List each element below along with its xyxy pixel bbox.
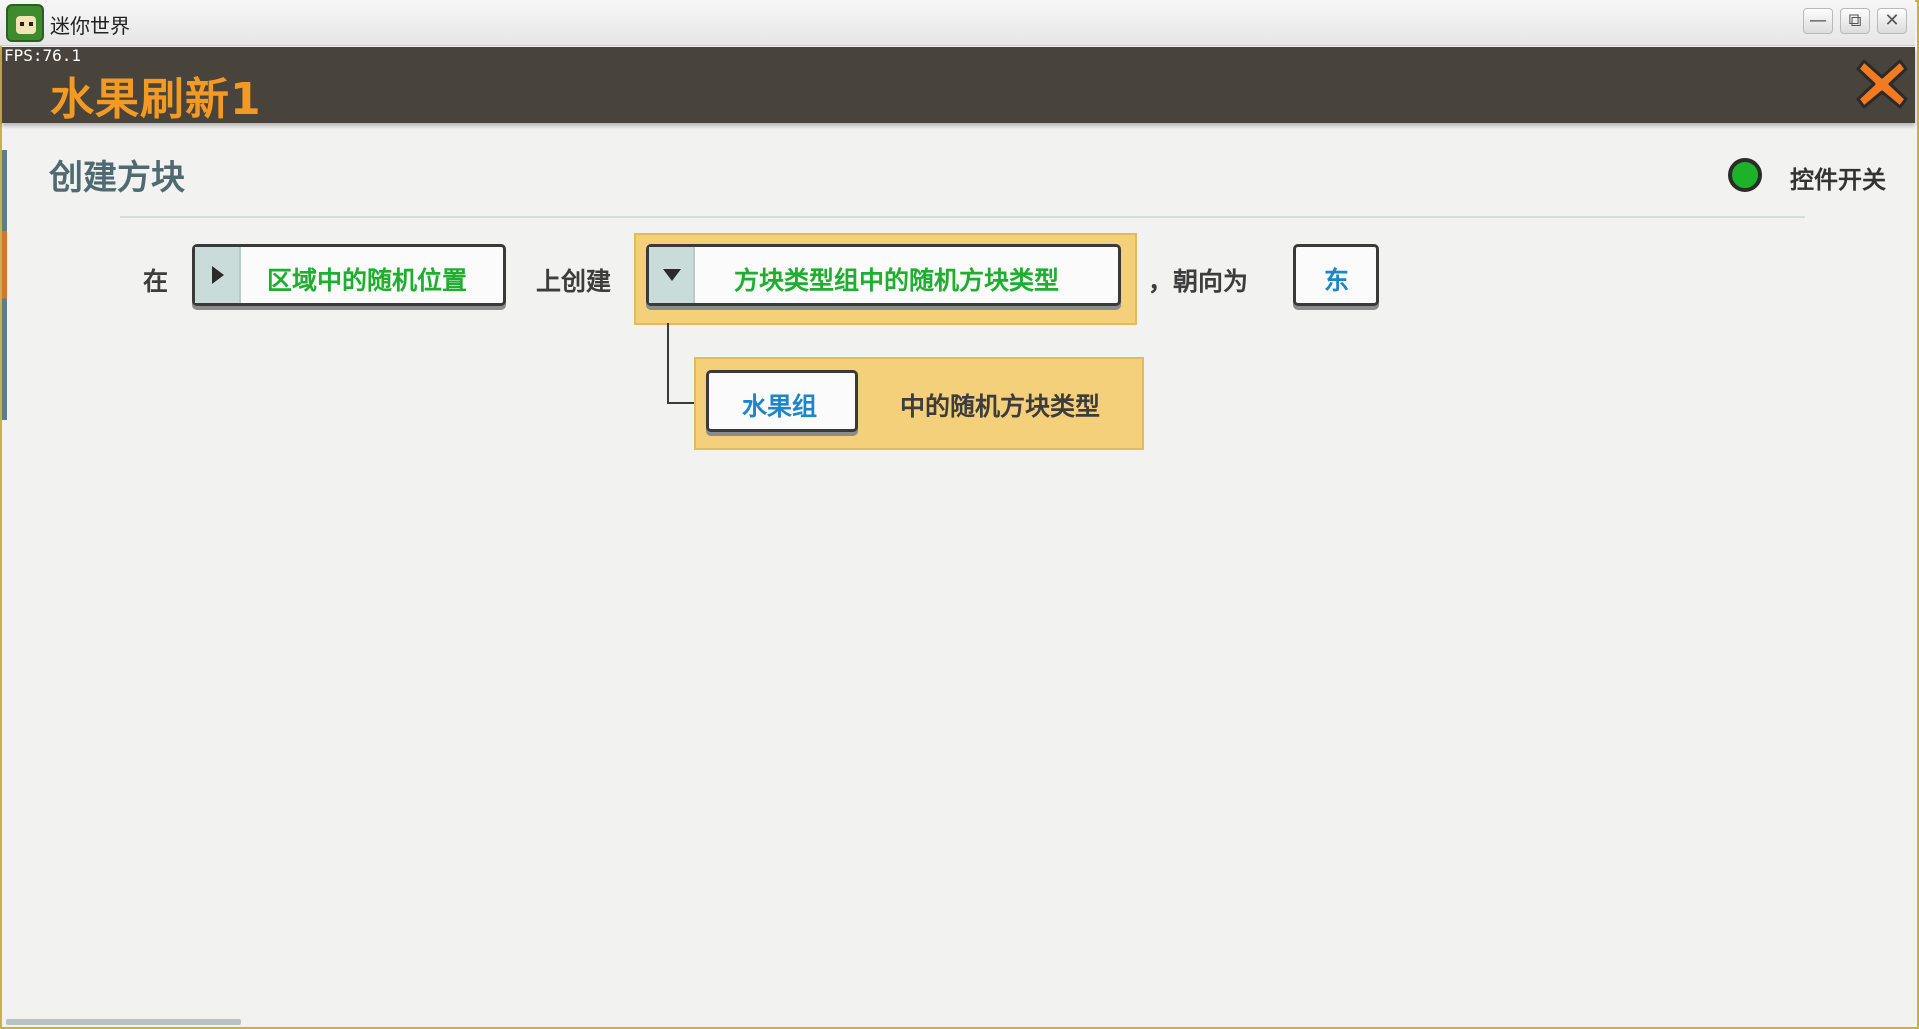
app-logo-icon <box>6 4 44 42</box>
window-close-button[interactable]: ✕ <box>1877 8 1907 34</box>
word-at: 在 <box>143 267 169 296</box>
direction-slot-label: 东 <box>1324 266 1350 295</box>
trigger-title: 水果刷新1 <box>50 74 262 125</box>
left-side-strip <box>2 150 7 420</box>
tree-connector <box>667 323 669 404</box>
section-divider <box>120 216 1805 218</box>
fruit-group-slot-label: 水果组 <box>742 392 818 421</box>
tree-connector-branch <box>667 402 694 404</box>
fruit-group-slot[interactable]: 水果组 <box>706 370 858 432</box>
section-title: 创建方块 <box>49 158 185 198</box>
toggle-switch-icon[interactable] <box>1728 158 1762 192</box>
expand-toggle[interactable] <box>195 247 241 303</box>
editor-header: 水果刷新1 <box>2 47 1915 125</box>
close-x-icon[interactable] <box>1854 55 1910 113</box>
window-titlebar: 迷你世界 — ⧉ ✕ <box>0 0 1915 46</box>
position-slot-label: 区域中的随机位置 <box>267 266 468 295</box>
sub-suffix-text: 中的随机方块类型 <box>900 392 1101 421</box>
position-slot[interactable]: 区域中的随机位置 <box>192 244 506 306</box>
block-type-slot-label: 方块类型组中的随机方块类型 <box>734 266 1060 295</box>
window-title: 迷你世界 <box>50 14 130 38</box>
maximize-button[interactable]: ⧉ <box>1840 8 1870 34</box>
word-facing: ，朝向为 <box>1148 267 1249 296</box>
word-create: 上创建 <box>536 267 612 296</box>
collapse-toggle[interactable] <box>649 247 695 303</box>
direction-slot[interactable]: 东 <box>1293 244 1379 306</box>
caret-right-icon <box>212 266 224 284</box>
game-window <box>0 0 1919 1029</box>
caret-down-icon <box>663 269 681 281</box>
horizontal-scrollbar[interactable] <box>6 1019 241 1025</box>
fps-counter: FPS:76.1 <box>4 46 82 65</box>
block-type-slot[interactable]: 方块类型组中的随机方块类型 <box>646 244 1121 306</box>
toggle-label: 控件开关 <box>1790 166 1886 194</box>
minimize-button[interactable]: — <box>1803 8 1833 34</box>
